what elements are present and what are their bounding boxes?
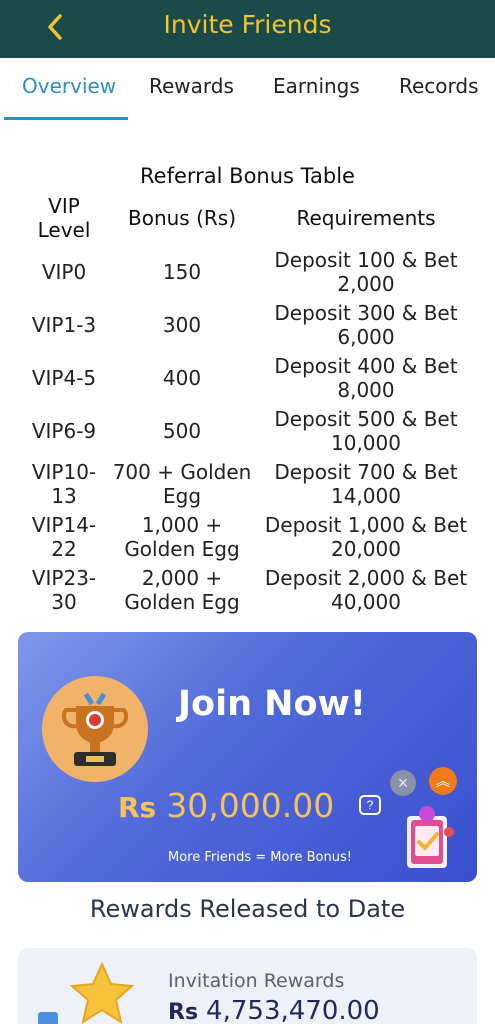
banner-heading: Join Now! xyxy=(178,684,366,724)
rewards-section-title: Rewards Released to Date xyxy=(89,895,406,923)
reward-label: Invitation Rewards xyxy=(168,970,345,992)
bonus-cell: 500 xyxy=(162,418,202,443)
vip-level-cell: VIP10-13 xyxy=(31,459,97,508)
requirement-cell: Deposit 500 & Bet 10,000 xyxy=(274,406,458,455)
vip-level-cell: VIP23-30 xyxy=(31,565,97,614)
amount-value: 30,000.00 xyxy=(166,786,335,825)
top-app-bar: Invite Friends xyxy=(0,0,495,58)
tab-bar: Overview Rewards Earnings Records xyxy=(0,60,495,120)
invitation-rewards-card: Invitation Rewards Rs 4,753,470.00 xyxy=(18,948,477,1024)
vip-level-cell: VIP1-3 xyxy=(31,312,97,337)
join-now-banner[interactable]: Join Now! Rs 30,000.00 More Friends = Mor… xyxy=(18,632,477,882)
table-row: VIP23-30 2,000 + Golden Egg Deposit 2,00… xyxy=(0,563,495,616)
requirement-cell: Deposit 700 & Bet 14,000 xyxy=(274,459,458,508)
banner-tagline: More Friends = More Bonus! xyxy=(168,850,352,865)
reward-amount: 4,753,470.00 xyxy=(206,996,380,1024)
tab-records[interactable]: Records xyxy=(399,74,479,98)
tab-overview[interactable]: Overview xyxy=(22,74,116,98)
requirement-cell: Deposit 2,000 & Bet 40,000 xyxy=(264,565,468,614)
page-title: Invite Friends xyxy=(163,10,332,39)
requirement-cell: Deposit 100 & Bet 2,000 xyxy=(274,247,458,296)
close-icon[interactable]: × xyxy=(390,770,416,796)
table-row: VIP0 150 Deposit 100 & Bet 2,000 xyxy=(0,245,495,298)
bonus-cell: 700 + Golden Egg xyxy=(112,459,252,508)
table-header: VIP Level Bonus (Rs) Requirements xyxy=(0,194,495,246)
banner-amount: Rs 30,000.00 xyxy=(118,786,334,825)
column-header-bonus: Bonus (Rs) xyxy=(127,206,236,230)
trophy-badge xyxy=(42,676,148,782)
help-icon[interactable]: ? xyxy=(359,795,381,815)
table-row: VIP14-22 1,000 + Golden Egg Deposit 1,00… xyxy=(0,510,495,563)
table-row: VIP4-5 400 Deposit 400 & Bet 8,000 xyxy=(0,351,495,404)
table-row: VIP1-3 300 Deposit 300 & Bet 6,000 xyxy=(0,298,495,351)
gift-icon[interactable] xyxy=(403,802,455,874)
trophy-icon xyxy=(61,692,129,766)
reward-value: Rs 4,753,470.00 xyxy=(168,996,380,1024)
bonus-cell: 300 xyxy=(162,312,202,337)
tab-rewards[interactable]: Rewards xyxy=(149,74,234,98)
tab-active-indicator xyxy=(4,117,128,120)
bonus-cell: 150 xyxy=(162,259,202,284)
requirement-cell: Deposit 1,000 & Bet 20,000 xyxy=(264,512,468,561)
column-header-vip-level: VIP Level xyxy=(37,194,91,242)
column-header-requirements: Requirements xyxy=(296,206,436,230)
requirement-cell: Deposit 300 & Bet 6,000 xyxy=(274,300,458,349)
tab-earnings[interactable]: Earnings xyxy=(273,74,360,98)
table-row: VIP6-9 500 Deposit 500 & Bet 10,000 xyxy=(0,404,495,457)
table-title: Referral Bonus Table xyxy=(140,164,355,188)
vip-level-cell: VIP6-9 xyxy=(31,418,97,443)
vip-level-cell: VIP0 xyxy=(41,259,87,284)
reward-currency: Rs xyxy=(168,1000,199,1024)
requirement-cell: Deposit 400 & Bet 8,000 xyxy=(274,353,458,402)
currency-label: Rs xyxy=(118,791,157,824)
bonus-cell: 400 xyxy=(162,365,202,390)
chevron-up-icon[interactable]: ︽ xyxy=(429,767,457,795)
vip-level-cell: VIP4-5 xyxy=(31,365,97,390)
vip-level-cell: VIP14-22 xyxy=(31,512,97,561)
reward-accent xyxy=(38,1012,58,1024)
bonus-cell: 1,000 + Golden Egg xyxy=(124,512,240,561)
bonus-cell: 2,000 + Golden Egg xyxy=(124,565,240,614)
star-icon xyxy=(69,961,135,1024)
table-row: VIP10-13 700 + Golden Egg Deposit 700 & … xyxy=(0,457,495,510)
